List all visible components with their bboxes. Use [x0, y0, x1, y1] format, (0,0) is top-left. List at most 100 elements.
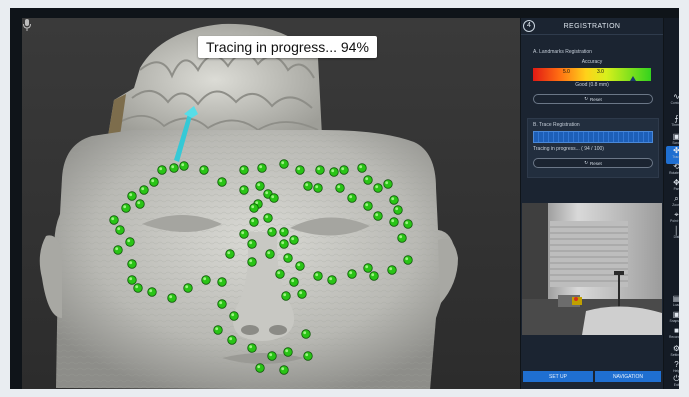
- landmark-point[interactable]: [357, 163, 367, 173]
- landmark-point[interactable]: [383, 179, 393, 189]
- landmark-point[interactable]: [301, 329, 311, 339]
- landmark-point[interactable]: [239, 185, 249, 195]
- landmark-point[interactable]: [389, 217, 399, 227]
- landmark-point[interactable]: [315, 165, 325, 175]
- landmark-point[interactable]: [149, 177, 159, 187]
- landmark-point[interactable]: [227, 335, 237, 345]
- landmark-point[interactable]: [313, 271, 323, 281]
- landmark-point[interactable]: [125, 237, 135, 247]
- landmark-point-highlight: [281, 241, 285, 245]
- landmark-point[interactable]: [281, 291, 291, 301]
- landmark-point[interactable]: [279, 159, 289, 169]
- toolbar-label: Rotate 3D: [669, 171, 679, 175]
- landmark-point[interactable]: [265, 249, 275, 259]
- landmark-point[interactable]: [229, 311, 239, 321]
- landmark-point[interactable]: [339, 165, 349, 175]
- toolbar-button-ruler[interactable]: │ Dist: [666, 226, 679, 244]
- landmark-point[interactable]: [199, 165, 209, 175]
- landmark-point[interactable]: [283, 347, 293, 357]
- landmark-point[interactable]: [239, 165, 249, 175]
- landmark-point[interactable]: [295, 165, 305, 175]
- landmark-point[interactable]: [247, 343, 257, 353]
- landmark-point[interactable]: [239, 229, 249, 239]
- toolbar-button-curve[interactable]: ∿Contour: [666, 92, 679, 110]
- landmark-point[interactable]: [347, 269, 357, 279]
- landmark-point[interactable]: [363, 175, 373, 185]
- trace-section-title: B. Trace Registration: [533, 122, 580, 128]
- landmark-point[interactable]: [217, 177, 227, 187]
- landmark-point[interactable]: [373, 183, 383, 193]
- landmark-point[interactable]: [289, 235, 299, 245]
- landmark-point[interactable]: [279, 365, 289, 375]
- landmark-point[interactable]: [297, 289, 307, 299]
- landmark-point[interactable]: [283, 253, 293, 263]
- landmark-point[interactable]: [249, 203, 259, 213]
- landmark-point[interactable]: [247, 239, 257, 249]
- landmark-point[interactable]: [167, 293, 177, 303]
- landmark-point[interactable]: [147, 287, 157, 297]
- landmark-point[interactable]: [313, 183, 323, 193]
- trace-reset-button[interactable]: ↻ Reset: [533, 158, 653, 168]
- setup-button[interactable]: SET UP: [523, 371, 593, 382]
- landmark-point[interactable]: [335, 183, 345, 193]
- landmark-point[interactable]: [127, 275, 137, 285]
- landmark-point[interactable]: [289, 277, 299, 287]
- landmark-point[interactable]: [249, 217, 259, 227]
- landmark-point[interactable]: [127, 259, 137, 269]
- landmark-point[interactable]: [369, 271, 379, 281]
- landmark-point[interactable]: [217, 299, 227, 309]
- landmark-point[interactable]: [109, 215, 119, 225]
- landmark-point[interactable]: [213, 325, 223, 335]
- landmark-point[interactable]: [217, 277, 227, 287]
- landmark-point[interactable]: [247, 257, 257, 267]
- landmark-point[interactable]: [157, 165, 167, 175]
- microphone-icon[interactable]: [22, 18, 32, 32]
- landmark-point[interactable]: [363, 201, 373, 211]
- landmark-point[interactable]: [115, 225, 125, 235]
- landmark-point[interactable]: [373, 211, 383, 221]
- landmark-point[interactable]: [327, 275, 337, 285]
- toolbar-button-power[interactable]: ⏻ Exit: [666, 374, 679, 389]
- landmark-point-highlight: [241, 167, 245, 171]
- landmark-point[interactable]: [225, 249, 235, 259]
- landmark-point[interactable]: [169, 163, 179, 173]
- landmark-point[interactable]: [269, 193, 279, 203]
- landmark-point[interactable]: [127, 191, 137, 201]
- landmark-point[interactable]: [275, 269, 285, 279]
- landmarks-reset-button[interactable]: ↻ Reset: [533, 94, 653, 104]
- landmark-point[interactable]: [201, 275, 211, 285]
- landmark-point[interactable]: [279, 239, 289, 249]
- landmark-point[interactable]: [263, 213, 273, 223]
- landmark-point[interactable]: [255, 181, 265, 191]
- landmark-point[interactable]: [179, 161, 189, 171]
- landmark-point[interactable]: [303, 181, 313, 191]
- landmark-point[interactable]: [121, 203, 131, 213]
- landmark-point[interactable]: [255, 363, 265, 373]
- head-model-render[interactable]: [22, 18, 520, 389]
- landmark-point[interactable]: [267, 351, 277, 361]
- landmark-point[interactable]: [403, 255, 413, 265]
- landmark-point[interactable]: [387, 265, 397, 275]
- landmark-point[interactable]: [133, 283, 143, 293]
- landmark-point[interactable]: [363, 263, 373, 273]
- landmark-point[interactable]: [267, 227, 277, 237]
- landmark-point[interactable]: [303, 351, 313, 361]
- 3d-viewport[interactable]: Tracing in progress... 94%: [22, 18, 520, 389]
- navigation-button[interactable]: NAVIGATION: [595, 371, 661, 382]
- landmark-point[interactable]: [295, 261, 305, 271]
- recording-icon: ■: [674, 326, 679, 335]
- landmark-point[interactable]: [393, 205, 403, 215]
- landmark-point[interactable]: [397, 233, 407, 243]
- toolbar-button-recording[interactable]: ■Recording: [666, 326, 679, 344]
- landmark-point[interactable]: [279, 227, 289, 237]
- landmark-point[interactable]: [257, 163, 267, 173]
- toolbar-button-threshold[interactable]: ⨍Thresh: [666, 114, 679, 132]
- landmark-point[interactable]: [183, 283, 193, 293]
- landmark-point[interactable]: [347, 193, 357, 203]
- landmark-point[interactable]: [139, 185, 149, 195]
- landmark-point[interactable]: [403, 219, 413, 229]
- landmark-point[interactable]: [389, 195, 399, 205]
- landmark-point[interactable]: [135, 199, 145, 209]
- landmark-point[interactable]: [113, 245, 123, 255]
- landmark-point[interactable]: [329, 167, 339, 177]
